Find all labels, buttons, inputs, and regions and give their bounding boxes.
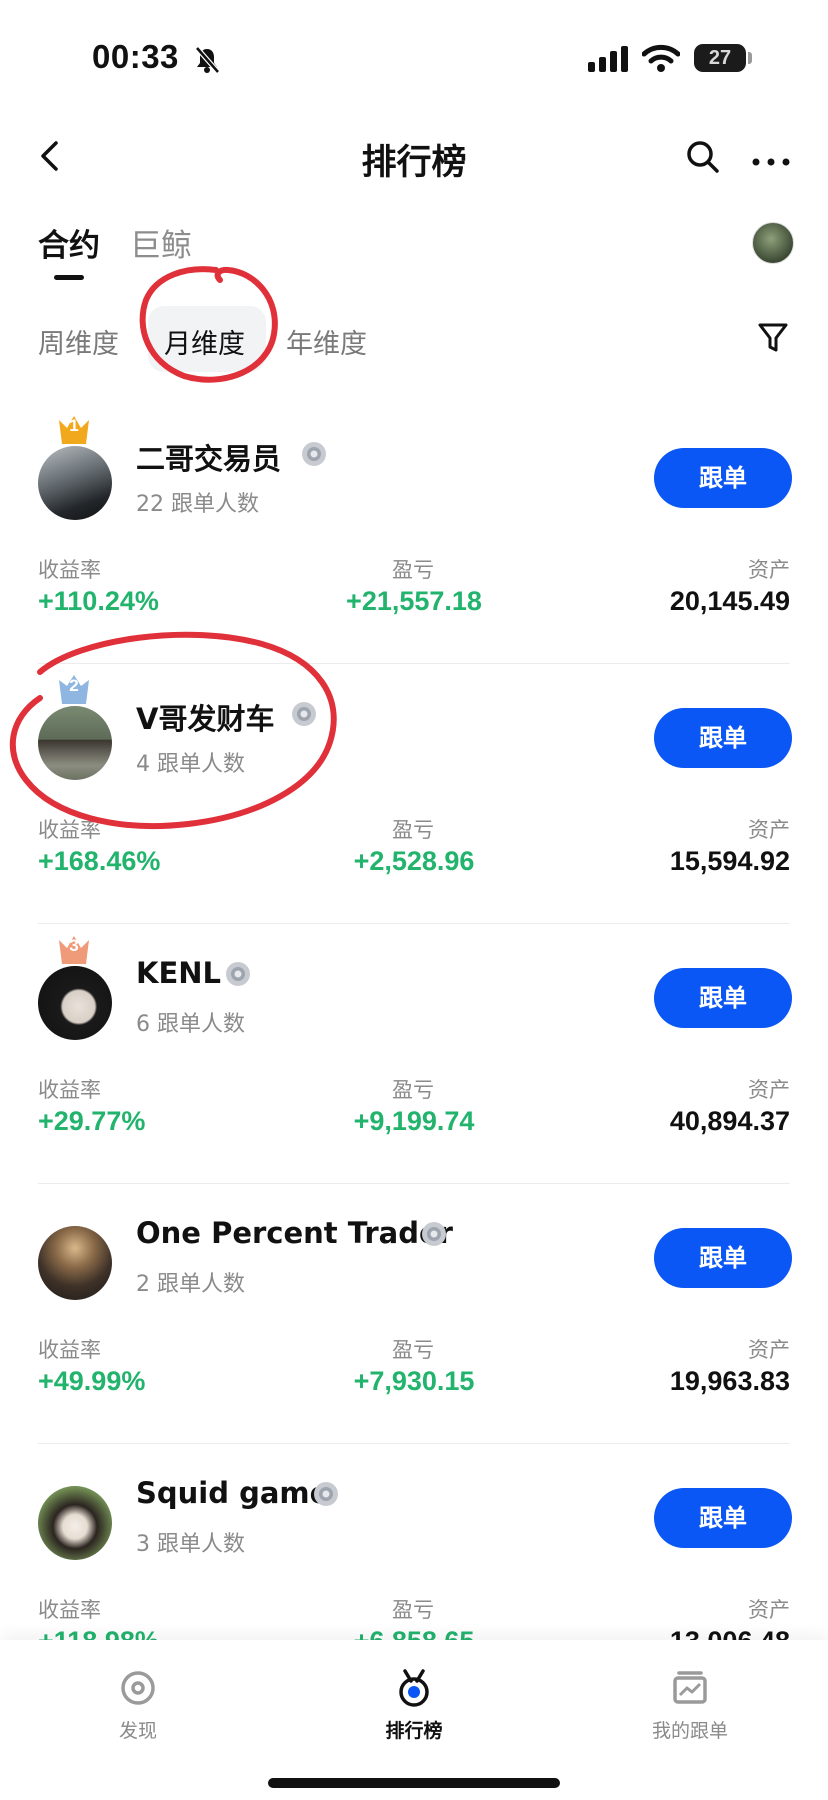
bell-muted-icon xyxy=(195,46,220,74)
pnl-label: 盈亏 xyxy=(392,818,434,842)
tab-discover-label: 发现 xyxy=(118,1720,157,1742)
medal-icon xyxy=(302,442,326,466)
discover-icon xyxy=(121,1671,155,1705)
trader-name: KENL xyxy=(136,956,222,990)
follower-count: 22 跟单人数 xyxy=(136,492,259,517)
rank-number: 3 xyxy=(69,936,79,955)
trader-card[interactable]: One Percent Trader 2 跟单人数 跟单 收益率 盈亏 资产 +… xyxy=(0,1184,828,1444)
rank-number: 1 xyxy=(69,416,79,435)
roi-label: 收益率 xyxy=(38,1078,101,1102)
roi-label: 收益率 xyxy=(38,1338,101,1362)
assets-value: 15,594.92 xyxy=(669,846,790,876)
pnl-label: 盈亏 xyxy=(392,1338,434,1362)
ranking-medal-icon xyxy=(399,1669,429,1707)
trader-avatar xyxy=(38,1486,112,1560)
trader-name: Squid game xyxy=(136,1476,330,1510)
follower-count: 3 跟单人数 xyxy=(136,1532,245,1557)
battery-cap xyxy=(748,52,752,64)
wifi-icon xyxy=(642,44,680,72)
pnl-label: 盈亏 xyxy=(392,1078,434,1102)
follow-button[interactable]: 跟单 xyxy=(654,448,792,508)
follow-button[interactable]: 跟单 xyxy=(654,1228,792,1288)
assets-label: 资产 xyxy=(748,558,790,582)
assets-value: 40,894.37 xyxy=(669,1106,790,1136)
home-indicator xyxy=(268,1778,560,1788)
more-options-icon[interactable] xyxy=(752,158,790,166)
pnl-label: 盈亏 xyxy=(392,558,434,582)
follower-count: 2 跟单人数 xyxy=(136,1272,245,1297)
trader-name: One Percent Trader xyxy=(136,1216,453,1250)
medal-icon xyxy=(226,962,250,986)
active-tab-indicator xyxy=(54,275,84,280)
battery-level: 27 xyxy=(694,44,746,72)
tab-contract[interactable]: 合约 xyxy=(38,220,100,265)
roi-label: 收益率 xyxy=(38,1598,101,1622)
trader-name: 二哥交易员 xyxy=(136,442,282,476)
follow-button[interactable]: 跟单 xyxy=(654,708,792,768)
filter-icon[interactable] xyxy=(758,322,788,354)
trader-avatar xyxy=(38,966,112,1040)
follower-count: 6 跟单人数 xyxy=(136,1012,245,1037)
period-year[interactable]: 年维度 xyxy=(286,322,367,361)
cell-signal-icon xyxy=(588,46,628,72)
back-chevron-icon[interactable] xyxy=(38,140,60,172)
tab-ranking-label: 排行榜 xyxy=(385,1720,443,1742)
roi-value: +49.99% xyxy=(38,1366,146,1396)
trader-card[interactable]: 3 KENL 6 跟单人数 跟单 收益率 盈亏 资产 +29.77% +9,19… xyxy=(0,924,828,1184)
pnl-value: +7,930.15 xyxy=(353,1366,475,1396)
tab-discover[interactable]: 发现 xyxy=(68,1668,208,1743)
search-icon[interactable] xyxy=(686,140,720,174)
assets-value: 19,963.83 xyxy=(669,1366,790,1396)
annotation-circle xyxy=(139,266,278,383)
pnl-label: 盈亏 xyxy=(392,1598,434,1622)
medal-icon xyxy=(422,1222,446,1246)
period-week[interactable]: 周维度 xyxy=(38,322,119,361)
medal-icon xyxy=(314,1482,338,1506)
pnl-value: +2,528.96 xyxy=(353,846,475,876)
annotation-circle xyxy=(9,631,337,829)
trader-avatar xyxy=(38,1226,112,1300)
assets-label: 资产 xyxy=(748,1338,790,1362)
assets-label: 资产 xyxy=(748,1078,790,1102)
follow-button[interactable]: 跟单 xyxy=(654,1488,792,1548)
assets-label: 资产 xyxy=(748,1598,790,1622)
status-time: 00:33 xyxy=(92,38,179,75)
bottom-tab-bar: 发现 排行榜 我的跟单 xyxy=(0,1640,828,1800)
tab-ranking[interactable]: 排行榜 xyxy=(344,1668,484,1743)
follow-button[interactable]: 跟单 xyxy=(654,968,792,1028)
assets-value: 20,145.49 xyxy=(669,586,790,616)
tab-my-copy-trades[interactable]: 我的跟单 xyxy=(620,1668,760,1743)
roi-value: +29.77% xyxy=(38,1106,146,1136)
tab-my-copy-trades-label: 我的跟单 xyxy=(651,1720,728,1742)
page-title: 排行榜 xyxy=(361,143,467,183)
roi-label: 收益率 xyxy=(38,558,101,582)
roi-value: +168.46% xyxy=(38,846,161,876)
assets-label: 资产 xyxy=(748,818,790,842)
user-avatar[interactable] xyxy=(752,222,794,264)
trader-avatar xyxy=(38,446,112,520)
copy-trade-chart-icon xyxy=(673,1671,707,1704)
pnl-value: +9,199.74 xyxy=(353,1106,475,1136)
